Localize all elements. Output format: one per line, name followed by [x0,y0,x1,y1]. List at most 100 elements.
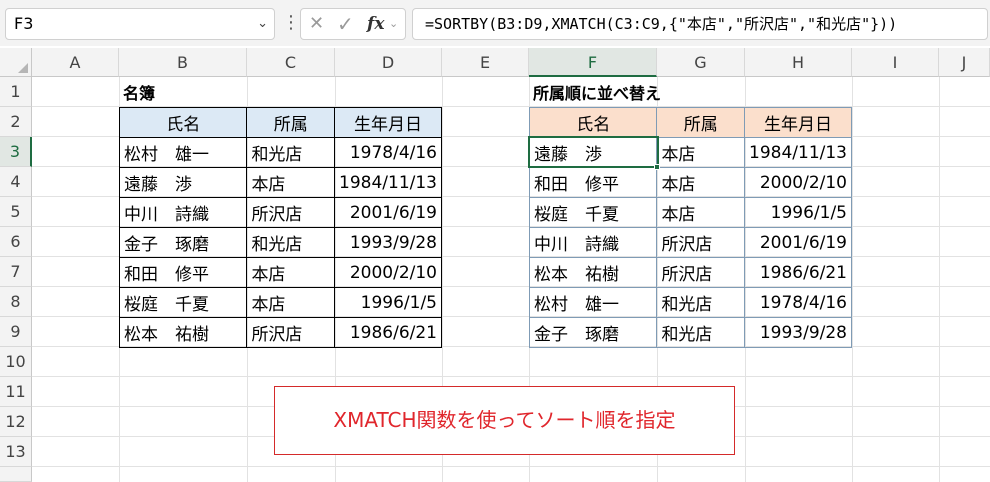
name-cell[interactable]: 桜庭 千夏 [118,287,248,318]
column-header-d[interactable]: D [335,48,442,77]
fill-handle[interactable] [654,164,660,170]
name-cell[interactable]: 松村 雄一 [118,137,248,168]
row-header-5[interactable]: 5 [0,197,32,227]
table1-title[interactable]: 名簿 [119,77,159,107]
column-header-j[interactable]: J [939,48,990,77]
table-header-row: 氏名 所属 生年月日 [118,107,443,138]
branch-cell[interactable]: 本店 [656,137,745,168]
name-cell[interactable]: 和田 修平 [118,257,248,288]
column-header-a[interactable]: A [32,48,119,77]
birthdate-cell[interactable]: 1984/11/13 [743,137,853,168]
column-header-i[interactable]: I [852,48,939,77]
insert-function-button[interactable]: fx [367,9,384,39]
name-cell[interactable]: 遠藤 渉 [118,167,248,198]
table-header-row: 氏名 所属 生年月日 [528,107,853,138]
row-header-10[interactable]: 10 [0,347,32,377]
name-cell[interactable]: 松村 雄一 [528,287,658,318]
name-cell[interactable]: 松本 祐樹 [118,317,248,348]
formula-input[interactable]: =SORTBY(B3:D9,XMATCH(C3:C9,{"本店","所沢店","… [412,8,988,40]
close-icon[interactable]: ✕ [309,9,324,39]
name-cell[interactable]: 桜庭 千夏 [528,197,658,228]
name-cell[interactable]: 松本 祐樹 [528,257,658,288]
gridline [852,77,853,482]
row-header-4[interactable]: 4 [0,167,32,197]
formula-buttons: ✕ ✓ fx ⌄ [300,8,406,40]
name-box[interactable]: F3 ⌄ [5,8,275,40]
column-header-g[interactable]: G [657,48,745,77]
header-branch[interactable]: 所属 [246,107,335,138]
table-row: 和田 修平 本店 2000/2/10 [118,257,443,288]
row-header-11[interactable]: 11 [0,377,32,407]
birthdate-cell[interactable]: 2001/6/19 [333,197,443,228]
row-header-12[interactable]: 12 [0,407,32,437]
branch-cell[interactable]: 本店 [246,167,335,198]
branch-cell[interactable]: 本店 [656,197,745,228]
more-options-icon[interactable]: ⋮ [282,8,300,38]
birthdate-cell[interactable]: 1993/9/28 [743,317,853,348]
column-header-c[interactable]: C [247,48,335,77]
header-name[interactable]: 氏名 [118,107,248,138]
birthdate-cell[interactable]: 2000/2/10 [333,257,443,288]
annotation-textbox[interactable]: XMATCH関数を使ってソート順を指定 [274,386,735,455]
column-header-f[interactable]: F [529,48,657,77]
branch-cell[interactable]: 和光店 [246,137,335,168]
branch-cell[interactable]: 和光店 [246,227,335,258]
name-cell[interactable]: 金子 琢磨 [118,227,248,258]
column-header-h[interactable]: H [745,48,852,77]
birthdate-cell[interactable]: 1978/4/16 [333,137,443,168]
row-header-6[interactable]: 6 [0,227,32,257]
branch-cell[interactable]: 和光店 [656,317,745,348]
birthdate-cell[interactable]: 1978/4/16 [743,287,853,318]
branch-cell[interactable]: 所沢店 [656,227,745,258]
branch-cell[interactable]: 本店 [656,167,745,198]
name-cell[interactable]: 中川 詩織 [528,227,658,258]
source-table: 氏名 所属 生年月日 松村 雄一 和光店 1978/4/16 遠藤 渉本店 1984/… [118,107,443,348]
table-row: 松本 祐樹 所沢店 1986/6/21 [118,317,443,348]
name-cell[interactable]: 中川 詩織 [118,197,248,228]
branch-cell[interactable]: 和光店 [656,287,745,318]
branch-cell[interactable]: 所沢店 [246,317,335,348]
birthdate-cell[interactable]: 1996/1/5 [333,287,443,318]
table-row: 金子 琢磨 和光店 1993/9/28 [118,227,443,258]
chevron-down-icon[interactable]: ⌄ [257,9,268,39]
header-birthdate[interactable]: 生年月日 [333,107,443,138]
birthdate-cell[interactable]: 2000/2/10 [743,167,853,198]
birthdate-cell[interactable]: 1996/1/5 [743,197,853,228]
select-all-button[interactable] [0,48,32,77]
header-name[interactable]: 氏名 [528,107,658,138]
branch-cell[interactable]: 本店 [246,287,335,318]
birthdate-cell[interactable]: 2001/6/19 [743,227,853,258]
column-header-e[interactable]: E [442,48,529,77]
row-header-2[interactable]: 2 [0,107,32,137]
branch-cell[interactable]: 所沢店 [246,197,335,228]
row-header-3[interactable]: 3 [0,137,32,167]
gridline [32,376,990,377]
chevron-down-icon[interactable]: ⌄ [389,9,398,39]
table-row: 桜庭 千夏 本店 1996/1/5 [528,197,853,228]
row-header-1[interactable]: 1 [0,77,32,107]
active-cell-border [528,136,659,168]
check-icon[interactable]: ✓ [337,9,354,39]
table-row: 中川 詩織 所沢店 2001/6/19 [118,197,443,228]
birthdate-cell[interactable]: 1993/9/28 [333,227,443,258]
table-row: 和田 修平 本店 2000/2/10 [528,167,853,198]
birthdate-cell[interactable]: 1986/6/21 [333,317,443,348]
row-header-14[interactable] [0,467,32,482]
header-birthdate[interactable]: 生年月日 [743,107,853,138]
row-header-13[interactable]: 13 [0,437,32,467]
column-header-b[interactable]: B [119,48,247,77]
branch-cell[interactable]: 所沢店 [656,257,745,288]
table-row: 中川 詩織 所沢店 2001/6/19 [528,227,853,258]
branch-cell[interactable]: 本店 [246,257,335,288]
birthdate-cell[interactable]: 1984/11/13 [333,167,443,198]
table2-title[interactable]: 所属順に並べ替え [529,77,665,107]
name-cell[interactable]: 和田 修平 [528,167,658,198]
table-row: 松本 祐樹 所沢店 1986/6/21 [528,257,853,288]
name-cell[interactable]: 金子 琢磨 [528,317,658,348]
birthdate-cell[interactable]: 1986/6/21 [743,257,853,288]
row-header-8[interactable]: 8 [0,287,32,317]
row-header-7[interactable]: 7 [0,257,32,287]
row-header-9[interactable]: 9 [0,317,32,347]
header-branch[interactable]: 所属 [656,107,745,138]
table-row: 松村 雄一 和光店 1978/4/16 [118,137,443,168]
